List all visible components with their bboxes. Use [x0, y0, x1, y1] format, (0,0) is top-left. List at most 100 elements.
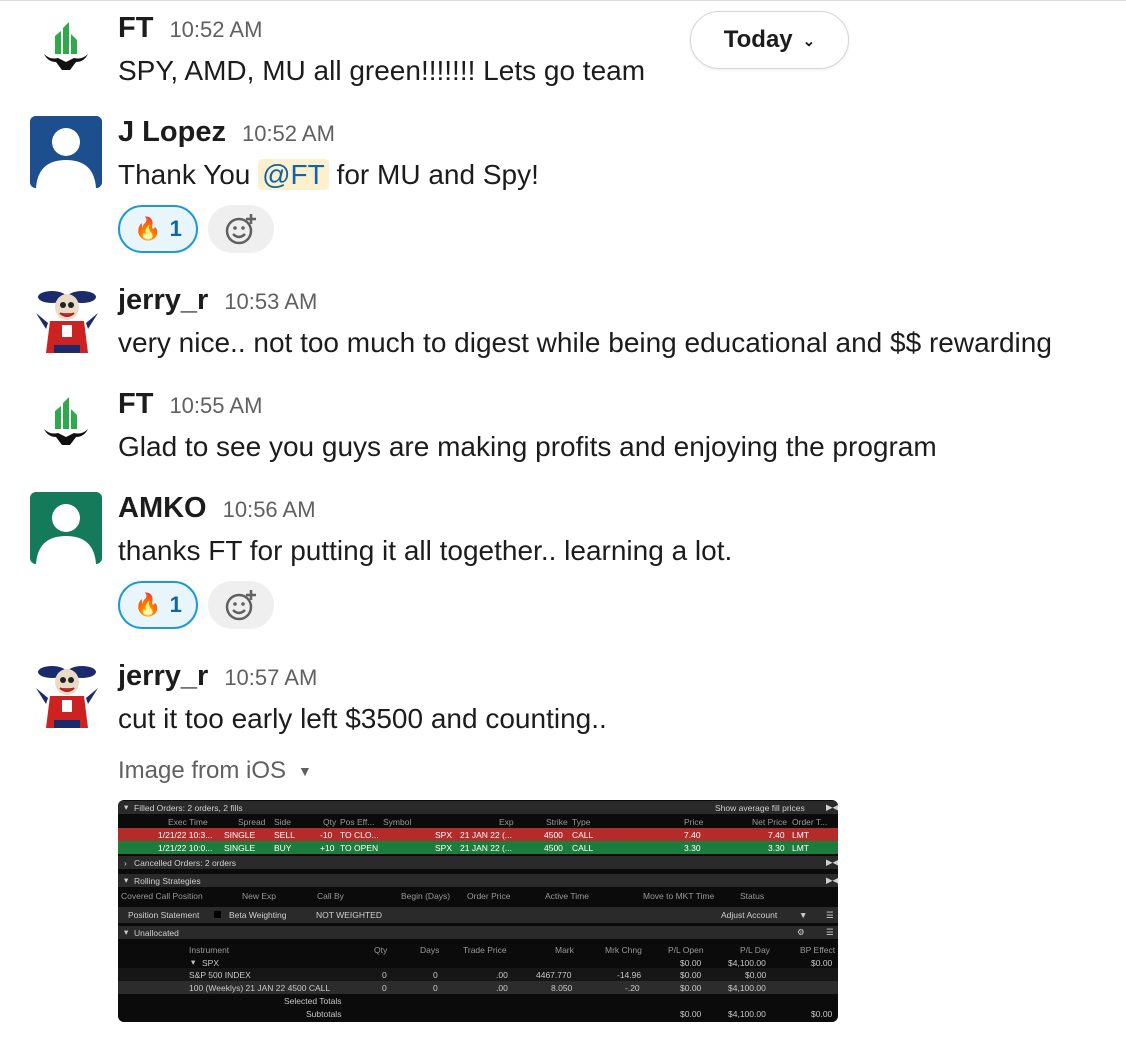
order-row-sell[interactable]: 1/21/22 10:3... SINGLE SELL -10 TO CLO..…: [118, 828, 838, 841]
ft-logo-avatar[interactable]: [30, 10, 102, 82]
timestamp[interactable]: 10:55 AM: [169, 393, 262, 419]
show-avg-label: Show average fill prices: [715, 802, 805, 813]
cell: 1/21/22 10:0...: [158, 842, 213, 853]
position-row[interactable]: 100 (Weeklys) 21 JAN 22 4500 CALL 0 0 .0…: [118, 981, 838, 994]
order-row-buy[interactable]: 1/21/22 10:0... SINGLE BUY +10 TO OPEN S…: [118, 841, 838, 854]
timestamp[interactable]: 10:52 AM: [242, 121, 335, 147]
dropdown-icon[interactable]: ▼: [799, 910, 807, 920]
position-row[interactable]: S&P 500 INDEX 0 0 .00 4467.770 -14.96 $0…: [118, 968, 838, 981]
unallocated-header[interactable]: ▾ Unallocated ⚙ ☰: [118, 926, 838, 939]
subtotals-label: Subtotals: [306, 1008, 342, 1019]
expand-icon: ▾: [124, 875, 129, 885]
fire-reaction-button[interactable]: 🔥 1: [118, 581, 198, 629]
col-header: Call By: [317, 890, 344, 901]
cell: BUY: [274, 842, 292, 853]
gear-icon[interactable]: ⚙: [797, 927, 805, 938]
cell: 1/21/22 10:3...: [158, 829, 213, 840]
col-header: Price: [684, 816, 704, 827]
author-name[interactable]: jerry_r: [118, 660, 208, 693]
rolling-title: Rolling Strategies: [134, 875, 201, 886]
cartoon-avatar[interactable]: [30, 283, 102, 355]
user-mention[interactable]: @FT: [258, 159, 329, 190]
message-header: J Lopez 10:52 AM: [118, 116, 335, 149]
cell: $0.00: [745, 969, 767, 980]
cell: CALL: [572, 842, 594, 853]
message-text: SPY, AMD, MU all green!!!!!!! Lets go te…: [118, 55, 646, 86]
author-name[interactable]: FT: [118, 388, 153, 421]
cell: $4,100.00: [728, 957, 766, 968]
cell: CALL: [572, 829, 594, 840]
cell: SPX: [435, 842, 453, 853]
author-name[interactable]: jerry_r: [118, 284, 208, 317]
message-header: jerry_r 10:53 AM: [118, 284, 317, 317]
cell: $0.00: [680, 982, 702, 993]
col-header: P/L Open: [668, 944, 704, 955]
timestamp[interactable]: 10:57 AM: [224, 665, 317, 691]
cell: 8.050: [551, 982, 573, 993]
attached-image-trading-screenshot[interactable]: ▾ Filled Orders: 2 orders, 2 fills Show …: [118, 800, 838, 1022]
cell: SPX: [435, 829, 453, 840]
cell: LMT: [792, 842, 809, 853]
rolling-strategies-header[interactable]: ▾ Rolling Strategies ▶◀: [118, 874, 838, 887]
add-reaction-button[interactable]: [208, 581, 274, 629]
attachment-toggle[interactable]: Image from iOS ▼: [118, 757, 312, 785]
cell: LMT: [792, 829, 809, 840]
cell: $0.00: [680, 1008, 702, 1019]
fire-reaction-button[interactable]: 🔥 1: [118, 205, 198, 253]
default-user-avatar[interactable]: [30, 116, 102, 188]
timestamp[interactable]: 10:52 AM: [169, 17, 262, 43]
cell: 100 (Weeklys) 21 JAN 22 4500 CALL: [189, 982, 331, 993]
cell: 0: [382, 982, 387, 993]
adjust-account-label[interactable]: Adjust Account: [721, 910, 777, 920]
col-header: Mark: [555, 944, 574, 955]
col-header: Status: [740, 890, 765, 901]
author-name[interactable]: J Lopez: [118, 116, 226, 149]
author-name[interactable]: AMKO: [118, 492, 207, 525]
cell: TO CLO...: [340, 829, 379, 840]
reactions-bar: 🔥 1: [118, 205, 274, 253]
cell: 7.40: [768, 829, 785, 840]
col-header: Trade Price: [463, 944, 507, 955]
cell: SELL: [274, 829, 295, 840]
collapse-icon: ▶◀: [826, 857, 838, 867]
author-name[interactable]: FT: [118, 12, 153, 45]
cell: 3.30: [684, 842, 701, 853]
cancelled-title: Cancelled Orders: 2 orders: [134, 857, 237, 868]
add-reaction-button[interactable]: [208, 205, 274, 253]
cell: 21 JAN 22 (...: [460, 829, 512, 840]
cell: $4,100.00: [728, 982, 766, 993]
col-header: Covered Call Position: [121, 890, 203, 901]
cell: $4,100.00: [728, 1008, 766, 1019]
position-statement-label: Position Statement: [128, 910, 200, 920]
default-user-avatar[interactable]: [30, 492, 102, 564]
expand-icon: ▾: [124, 802, 129, 812]
fire-icon: 🔥: [134, 592, 162, 617]
col-header: BP Effect: [800, 944, 836, 955]
ft-logo-avatar[interactable]: [30, 385, 102, 457]
cancelled-orders-header[interactable]: › Cancelled Orders: 2 orders ▶◀: [118, 856, 838, 869]
date-divider-button[interactable]: Today ⌄: [690, 11, 849, 69]
menu-icon[interactable]: ☰: [826, 927, 834, 938]
cell: 21 JAN 22 (...: [460, 842, 512, 853]
expand-icon: ›: [124, 857, 127, 868]
col-header: Spread: [238, 816, 266, 827]
col-header: Begin (Days): [401, 890, 451, 901]
col-header: Exec Time: [168, 816, 208, 827]
cell: SPX: [202, 957, 220, 968]
menu-icon[interactable]: ☰: [826, 910, 834, 921]
cell: $0.00: [811, 1008, 833, 1019]
col-header: New Exp: [242, 890, 277, 901]
timestamp[interactable]: 10:56 AM: [223, 497, 316, 523]
cell: .00: [496, 982, 508, 993]
cell: 0: [433, 969, 438, 980]
message-header: AMKO 10:56 AM: [118, 492, 316, 525]
col-header: Order T...: [792, 816, 828, 827]
cartoon-avatar[interactable]: [30, 658, 102, 730]
fire-icon: 🔥: [134, 216, 162, 241]
timestamp[interactable]: 10:53 AM: [224, 289, 317, 315]
selected-totals-label: Selected Totals: [284, 995, 342, 1006]
reactions-bar: 🔥 1: [118, 581, 274, 629]
col-header: Pos Eff...: [340, 816, 375, 827]
col-header: Mrk Chng: [605, 944, 642, 955]
checkbox-icon[interactable]: [214, 911, 221, 918]
